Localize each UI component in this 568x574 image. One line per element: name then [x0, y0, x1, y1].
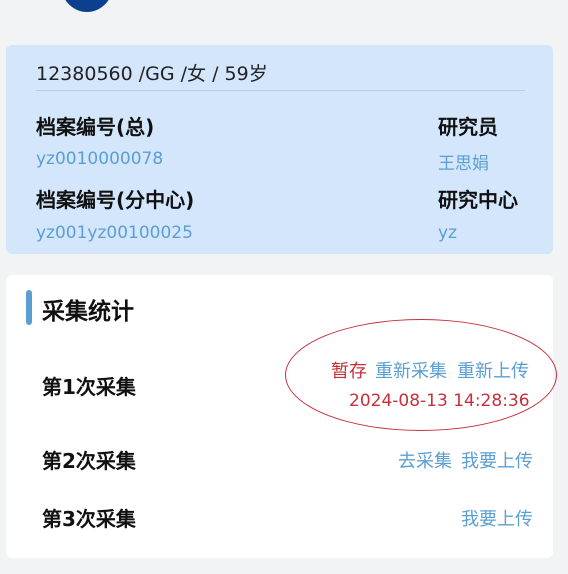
reupload-button[interactable]: 重新上传	[457, 357, 529, 383]
research-center-label: 研究中心	[438, 188, 518, 212]
archive-sub-label: 档案编号(分中心)	[36, 188, 195, 212]
collection-row-2-label: 第2次采集	[42, 449, 136, 473]
researcher-label: 研究员	[438, 115, 498, 139]
collection-stats-card: 采集统计 第1次采集 暂存 重新采集 重新上传 2024-08-13 14:28…	[6, 275, 557, 558]
upload-button-row-3[interactable]: 我要上传	[461, 505, 533, 531]
divider	[36, 90, 525, 91]
collection-timestamp: 2024-08-13 14:28:36	[349, 391, 530, 411]
draft-status-button[interactable]: 暂存	[331, 357, 367, 383]
upload-button-row-2[interactable]: 我要上传	[461, 447, 533, 473]
go-collect-button[interactable]: 去采集	[398, 447, 452, 473]
research-center-value: yz	[438, 223, 457, 243]
archive-total-value: yz0010000078	[36, 149, 164, 169]
collection-row-3-label: 第3次采集	[42, 507, 136, 531]
collection-row-1-label: 第1次采集	[42, 375, 136, 399]
researcher-value: 王思娟	[438, 154, 489, 174]
patient-summary: 12380560 /GG /女 / 59岁	[36, 63, 268, 85]
archive-total-label: 档案编号(总)	[36, 115, 155, 139]
archive-sub-value: yz001yz00100025	[36, 223, 193, 243]
avatar	[60, 0, 114, 12]
section-title: 采集统计	[42, 299, 134, 325]
recollect-button[interactable]: 重新采集	[375, 357, 447, 383]
patient-info-card: 12380560 /GG /女 / 59岁 档案编号(总) yz00100000…	[6, 45, 553, 254]
section-accent-bar	[26, 290, 32, 325]
